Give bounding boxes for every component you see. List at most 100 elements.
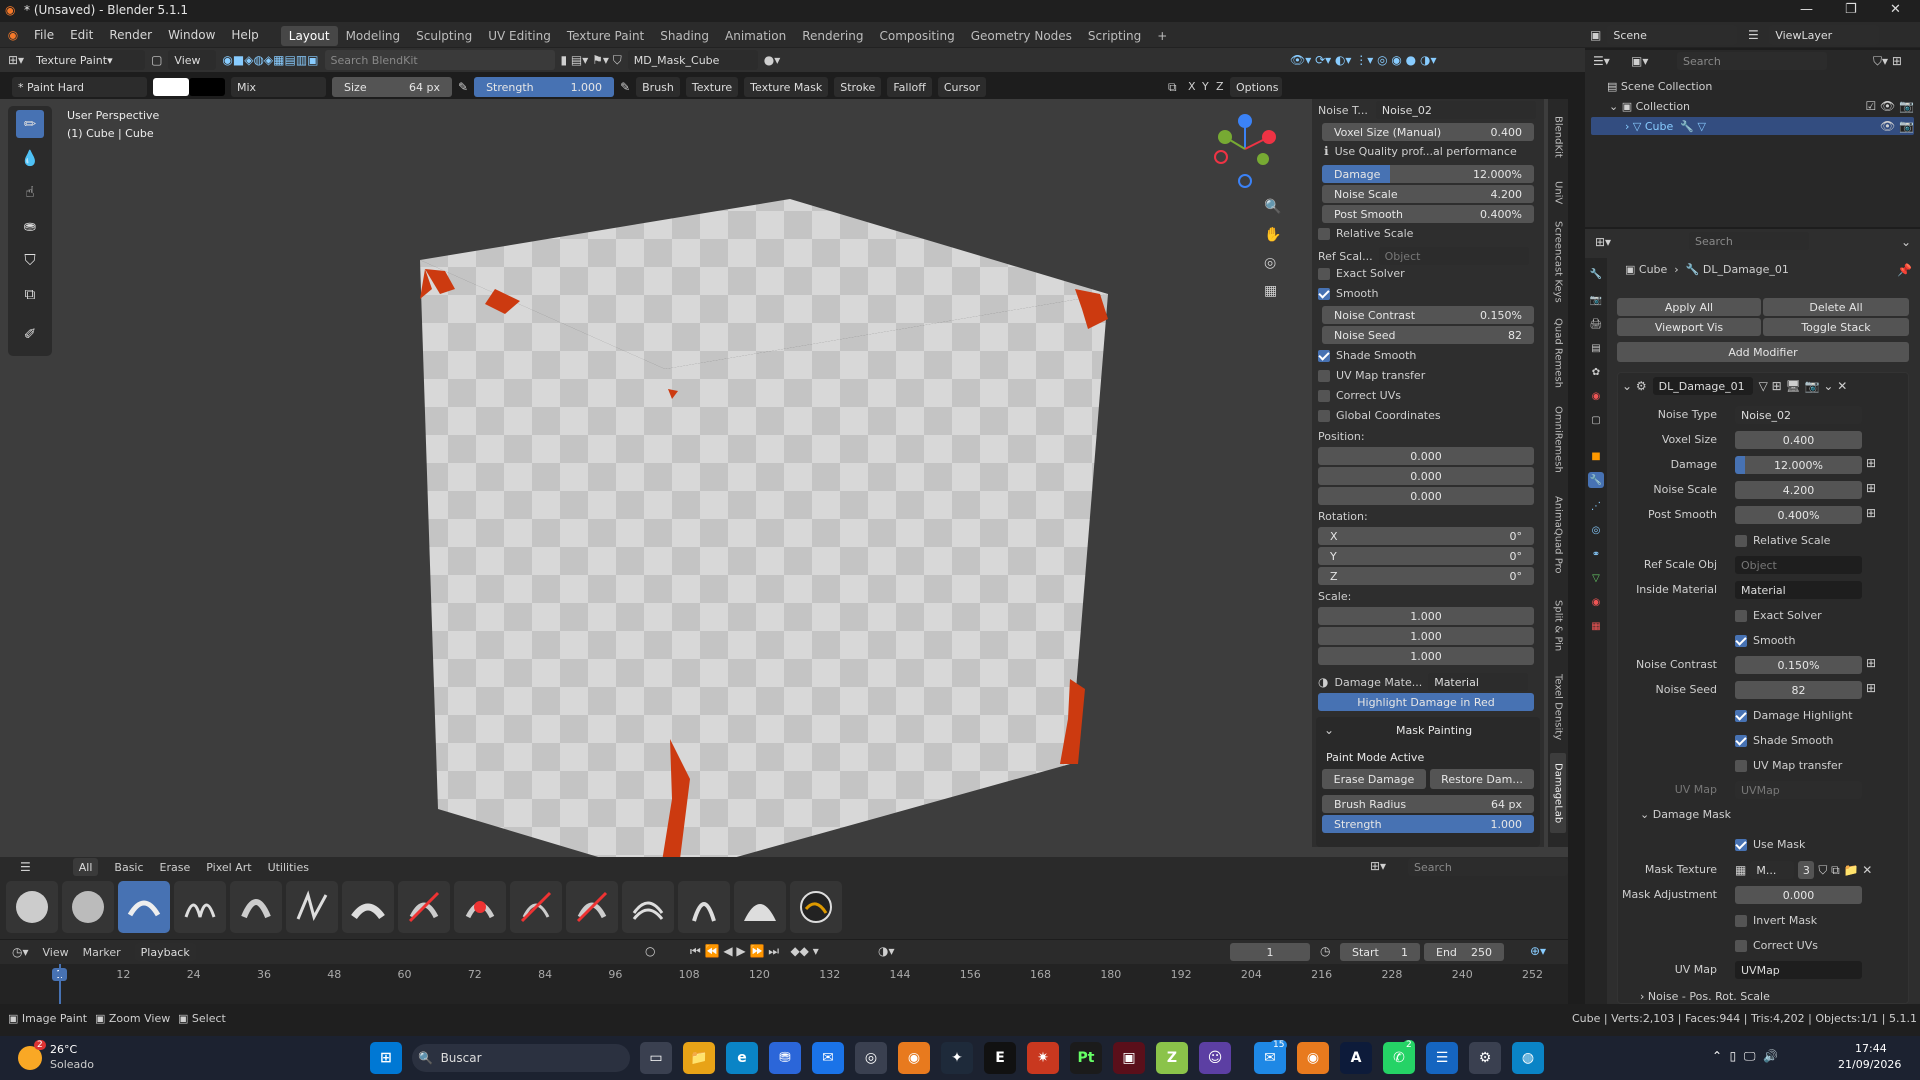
add-workspace-button[interactable]: +: [1149, 26, 1175, 46]
uv-map-transfer-box[interactable]: [1318, 369, 1330, 382]
tab-shading[interactable]: Shading: [652, 26, 717, 46]
navigation-gizmo[interactable]: [1205, 109, 1285, 189]
texture-menu[interactable]: Texture: [685, 77, 739, 97]
noise-seed-field[interactable]: Noise Seed 82: [1322, 326, 1534, 344]
collection-tab-icon[interactable]: ▢: [1588, 412, 1604, 428]
noise-pos-subpanel[interactable]: › Noise - Pos. Rot. Scale: [1640, 990, 1770, 1003]
brush-selector[interactable]: * Paint Hard: [12, 77, 147, 97]
edge-icon[interactable]: e: [726, 1042, 758, 1074]
epic-games-icon[interactable]: E: [984, 1042, 1016, 1074]
properties-options-icon[interactable]: ⌄: [1901, 235, 1911, 249]
shelf-tab-erase[interactable]: Erase: [160, 861, 191, 874]
mask-texture-name[interactable]: M...: [1750, 861, 1795, 879]
secondary-color-swatch[interactable]: [189, 78, 225, 96]
brush-thumb-6[interactable]: [286, 881, 338, 933]
uv-map-transfer-prop[interactable]: UV Map transfer: [1735, 759, 1842, 772]
tab-quad-remesh[interactable]: Quad Remesh: [1550, 313, 1566, 393]
modifier-toggle-icons[interactable]: ▽ ⊞ 🖥 📷 ⌄ ✕: [1759, 379, 1848, 393]
noise-contrast-prop-field[interactable]: 0.150%: [1735, 656, 1862, 674]
damage-prop-field[interactable]: 12.000%: [1735, 456, 1862, 474]
outliner-filter-icon[interactable]: ⛉▾ ⊞: [1873, 54, 1902, 69]
current-frame-field[interactable]: 1: [1230, 943, 1310, 961]
noise-scale-keyframe-icon[interactable]: ⊞: [1866, 481, 1876, 495]
ref-scale-prop-field[interactable]: Object: [1735, 556, 1862, 574]
options-menu[interactable]: Options: [1230, 77, 1282, 97]
smooth-prop-box[interactable]: [1735, 634, 1747, 647]
view-menu[interactable]: View: [168, 50, 217, 70]
draw-tool-icon[interactable]: ✏: [16, 110, 44, 138]
cube-outliner-row[interactable]: › ▽ Cube 🔧 ▽ 👁 📷: [1591, 117, 1914, 135]
stroke-menu[interactable]: Stroke: [834, 77, 882, 97]
symmetry-x[interactable]: X: [1188, 80, 1196, 93]
collection-visibility-icons[interactable]: ☑ 👁 📷: [1865, 99, 1914, 113]
rotation-x-field[interactable]: X 0°: [1318, 527, 1534, 545]
quality-toggle[interactable]: ℹ Use Quality prof...al performance: [1324, 144, 1517, 158]
record-button-icon[interactable]: ○: [645, 944, 655, 958]
exact-solver-prop-box[interactable]: [1735, 609, 1747, 622]
smooth-prop[interactable]: Smooth: [1735, 634, 1795, 647]
menu-window[interactable]: Window: [160, 22, 223, 48]
smooth-checkbox[interactable]: Smooth: [1318, 287, 1378, 300]
relative-scale-box[interactable]: [1318, 227, 1330, 240]
symmetry-y[interactable]: Y: [1202, 80, 1209, 93]
editor-type-icon[interactable]: ⊞▾: [8, 53, 24, 67]
shade-smooth-prop-box[interactable]: [1735, 734, 1747, 747]
brush-thumb-5[interactable]: [230, 881, 282, 933]
symmetry-icon[interactable]: ⧉: [1168, 80, 1177, 95]
menu-file[interactable]: File: [26, 22, 62, 48]
app-icon-3[interactable]: ▣: [1113, 1042, 1145, 1074]
playback-controls[interactable]: ⏮ ⏪ ◀ ▶ ⏩ ⏭ ◆◆ ▾: [690, 944, 819, 959]
copy-tool-icon[interactable]: ⧉: [16, 280, 44, 308]
noise-contrast-keyframe-icon[interactable]: ⊞: [1866, 656, 1876, 670]
tab-blendkit[interactable]: BlendKit: [1550, 107, 1566, 167]
tab-uv-editing[interactable]: UV Editing: [480, 26, 559, 46]
slot-icon[interactable]: ▢: [151, 53, 162, 67]
annotate-tool-icon[interactable]: ✐: [16, 320, 44, 348]
brush-thumb-9[interactable]: [454, 881, 506, 933]
strength-field[interactable]: Strength 1.000: [474, 77, 615, 97]
damage-highlight-prop[interactable]: Damage Highlight: [1735, 709, 1853, 722]
modifier-collapse-icon[interactable]: ⌄ ⚙: [1622, 379, 1647, 393]
damage-field[interactable]: Damage 12.000%: [1322, 165, 1534, 183]
shade-smooth-checkbox[interactable]: Shade Smooth: [1318, 349, 1416, 362]
voxel-size-field[interactable]: Voxel Size (Manual) 0.400: [1322, 123, 1534, 141]
tab-omniremesh[interactable]: OmniRemesh: [1550, 399, 1566, 479]
primary-color-swatch[interactable]: [153, 78, 189, 96]
tool-tab-icon[interactable]: 🔧: [1588, 266, 1604, 282]
tab-animaquad-pro[interactable]: AnimaQuad Pro: [1550, 485, 1566, 585]
damage-material-field[interactable]: Material: [1428, 673, 1529, 691]
view-layer-selector[interactable]: ViewLayer: [1769, 25, 1880, 45]
shelf-tab-utilities[interactable]: Utilities: [268, 861, 309, 874]
global-coords-box[interactable]: [1318, 409, 1330, 422]
store-icon[interactable]: ⛃: [769, 1042, 801, 1074]
position-z-field[interactable]: 0.000: [1318, 487, 1534, 505]
timeline-ruler[interactable]: 1122436486072849610812013214415616818019…: [0, 964, 1568, 1004]
world-tab-icon[interactable]: ◉: [1588, 388, 1604, 404]
output-tab-icon[interactable]: 🖨: [1588, 316, 1604, 332]
smear-tool-icon[interactable]: ☝: [16, 178, 44, 206]
invert-mask-prop-box[interactable]: [1735, 914, 1747, 927]
app-icon-5[interactable]: A: [1340, 1042, 1372, 1074]
uv-map-transfer-checkbox[interactable]: UV Map transfer: [1318, 369, 1425, 382]
cursor-menu[interactable]: Cursor: [937, 77, 986, 97]
texture-tab-icon[interactable]: ▦: [1588, 618, 1604, 634]
timeline-view-menu[interactable]: View: [43, 946, 69, 959]
collection-row[interactable]: ⌄ ▣ Collection ☑ 👁 📷: [1591, 97, 1914, 115]
symmetry-z[interactable]: Z: [1216, 80, 1224, 93]
blender-app-icon-1[interactable]: ◉: [898, 1042, 930, 1074]
post-smooth-field[interactable]: Post Smooth 0.400%: [1322, 205, 1534, 223]
tab-sculpting[interactable]: Sculpting: [408, 26, 480, 46]
brush-thumb-12[interactable]: [622, 881, 674, 933]
cube-visibility-icons[interactable]: 👁 📷: [1880, 119, 1914, 133]
brush-thumb-7[interactable]: [342, 881, 394, 933]
windows-start-icon[interactable]: ⊞: [370, 1042, 402, 1074]
settings-icon[interactable]: ⚙: [1469, 1042, 1501, 1074]
noise-scale-field[interactable]: Noise Scale 4.200: [1322, 185, 1534, 203]
mask-strength-field[interactable]: Strength 1.000: [1322, 815, 1534, 833]
post-smooth-prop-field[interactable]: 0.400%: [1735, 506, 1862, 524]
uv-map-transfer-prop-box[interactable]: [1735, 759, 1747, 772]
object-tab-icon[interactable]: ■: [1588, 448, 1604, 464]
brush-thumb-11[interactable]: [566, 881, 618, 933]
noise-contrast-field[interactable]: Noise Contrast 0.150%: [1322, 306, 1534, 324]
shade-smooth-box[interactable]: [1318, 349, 1330, 362]
